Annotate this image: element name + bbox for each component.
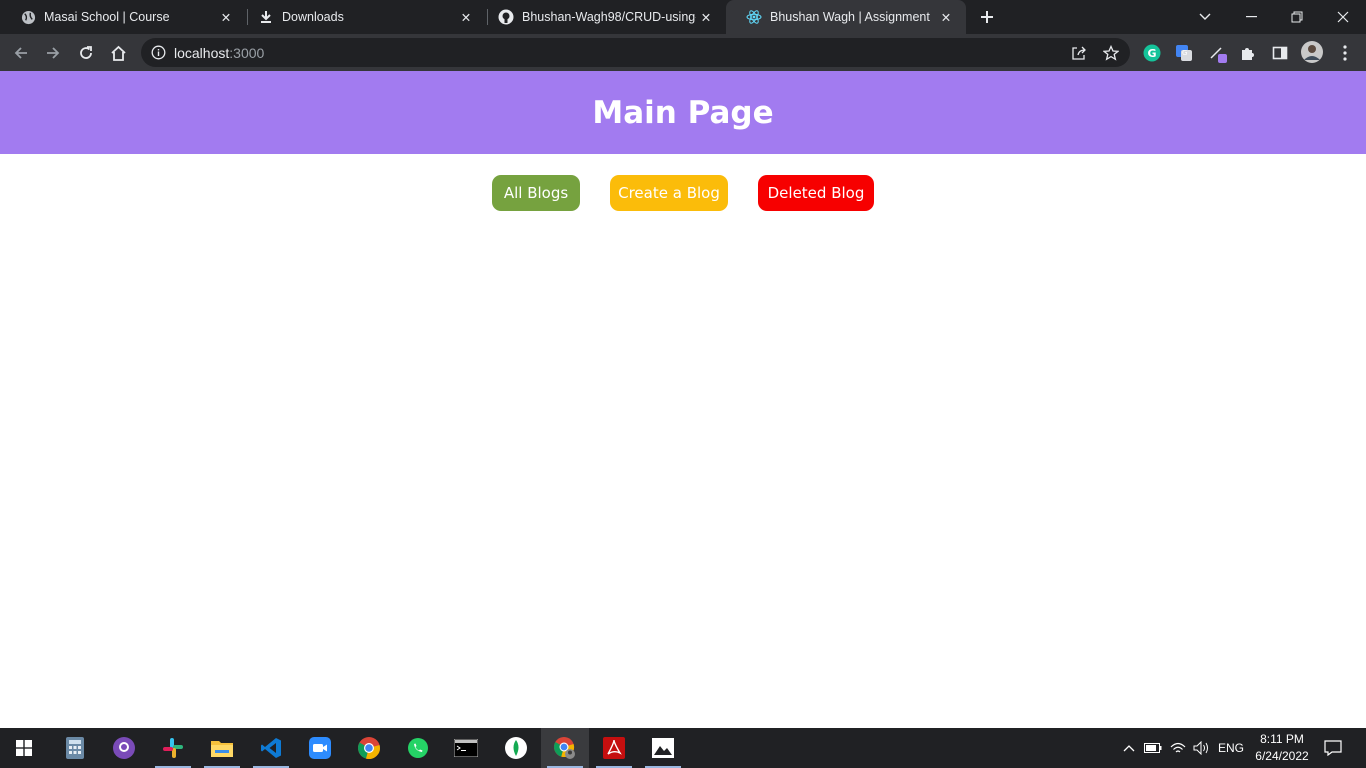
acrobat-reader-icon[interactable] (590, 728, 638, 768)
google-translate-icon[interactable]: G (1174, 43, 1194, 63)
browser-toolbar: localhost:3000 G G (0, 34, 1366, 71)
all-blogs-button[interactable]: All Blogs (492, 175, 580, 211)
language-indicator[interactable]: ENG (1214, 728, 1248, 768)
minimize-icon[interactable] (1228, 0, 1274, 34)
grammarly-icon[interactable]: G (1142, 43, 1162, 63)
slack-icon[interactable] (149, 728, 197, 768)
file-explorer-icon[interactable] (198, 728, 246, 768)
react-icon (746, 9, 762, 25)
terminal-icon[interactable] (442, 728, 490, 768)
windows-start-icon[interactable] (0, 728, 48, 768)
reload-icon[interactable] (73, 40, 99, 66)
address-bar[interactable]: localhost:3000 (141, 38, 1130, 67)
home-icon[interactable] (105, 40, 131, 66)
clock-time: 8:11 PM (1260, 732, 1304, 746)
browser-tab-strip: Masai School | Course ✕ Downloads ✕ Bhus… (0, 0, 1366, 34)
tab-downloads[interactable]: Downloads ✕ (238, 0, 486, 34)
photos-icon[interactable] (639, 728, 687, 768)
notification-center-icon[interactable] (1320, 728, 1346, 768)
tab-masai-school[interactable]: Masai School | Course ✕ (0, 0, 246, 34)
zoom-icon[interactable] (296, 728, 344, 768)
url-host: localhost (174, 45, 230, 61)
create-blog-button[interactable]: Create a Blog (610, 175, 728, 211)
github-icon (498, 9, 514, 25)
chrome-profile-icon[interactable] (541, 728, 589, 768)
url-port: :3000 (229, 45, 265, 61)
svg-text:G: G (1182, 49, 1187, 57)
close-tab-icon[interactable]: ✕ (696, 7, 716, 27)
back-arrow-icon[interactable] (8, 40, 34, 66)
profile-avatar[interactable] (1301, 41, 1323, 63)
color-picker-extension-icon[interactable] (1208, 43, 1228, 63)
taskbar-clock[interactable]: 8:11 PM 6/24/2022 (1250, 731, 1314, 765)
show-hidden-icons-chevron-icon[interactable] (1118, 728, 1140, 768)
volume-icon[interactable] (1190, 728, 1212, 768)
deleted-blog-button[interactable]: Deleted Blog (758, 175, 874, 211)
bookmark-star-icon[interactable] (1102, 44, 1120, 62)
svg-text:G: G (1147, 47, 1156, 60)
mongodb-compass-icon[interactable] (492, 728, 540, 768)
whatsapp-icon[interactable] (394, 728, 442, 768)
tab-title: Bhushan Wagh | Assignment (770, 10, 930, 24)
close-tab-icon[interactable]: ✕ (936, 7, 956, 27)
battery-icon[interactable] (1142, 728, 1164, 768)
tab-github-repo[interactable]: Bhushan-Wagh98/CRUD-using-n ✕ (478, 0, 726, 34)
url-text: localhost:3000 (174, 45, 264, 61)
windows-taskbar: ENG 8:11 PM 6/24/2022 (0, 728, 1366, 768)
page-header: Main Page (0, 71, 1366, 154)
page-title: Main Page (592, 94, 774, 131)
forward-arrow-icon[interactable] (40, 40, 66, 66)
share-icon[interactable] (1070, 44, 1088, 62)
wifi-icon[interactable] (1166, 728, 1190, 768)
close-window-icon[interactable] (1320, 0, 1366, 34)
tab-assignment[interactable]: Bhushan Wagh | Assignment ✕ (726, 0, 966, 34)
vscode-icon[interactable] (247, 728, 295, 768)
clock-date: 6/24/2022 (1255, 749, 1309, 763)
site-info-icon[interactable] (151, 45, 166, 65)
chrome-icon[interactable] (345, 728, 393, 768)
tab-title: Downloads (282, 10, 344, 24)
puzzle-extensions-icon[interactable] (1238, 43, 1258, 63)
page-viewport: Main Page All Blogs Create a Blog Delete… (0, 71, 1366, 728)
new-tab-icon[interactable] (976, 6, 998, 28)
download-icon (258, 9, 274, 25)
restore-icon[interactable] (1274, 0, 1320, 34)
tab-search-chevron-icon[interactable] (1182, 0, 1228, 34)
github-desktop-icon[interactable] (100, 728, 148, 768)
close-tab-icon[interactable]: ✕ (456, 7, 476, 27)
globe-icon (20, 9, 36, 25)
side-panel-icon[interactable] (1270, 43, 1290, 63)
tab-title: Bhushan-Wagh98/CRUD-using-n (522, 10, 696, 24)
calculator-icon[interactable] (51, 728, 99, 768)
close-tab-icon[interactable]: ✕ (216, 7, 236, 27)
tab-title: Masai School | Course (44, 10, 170, 24)
chrome-menu-icon[interactable] (1335, 43, 1355, 63)
